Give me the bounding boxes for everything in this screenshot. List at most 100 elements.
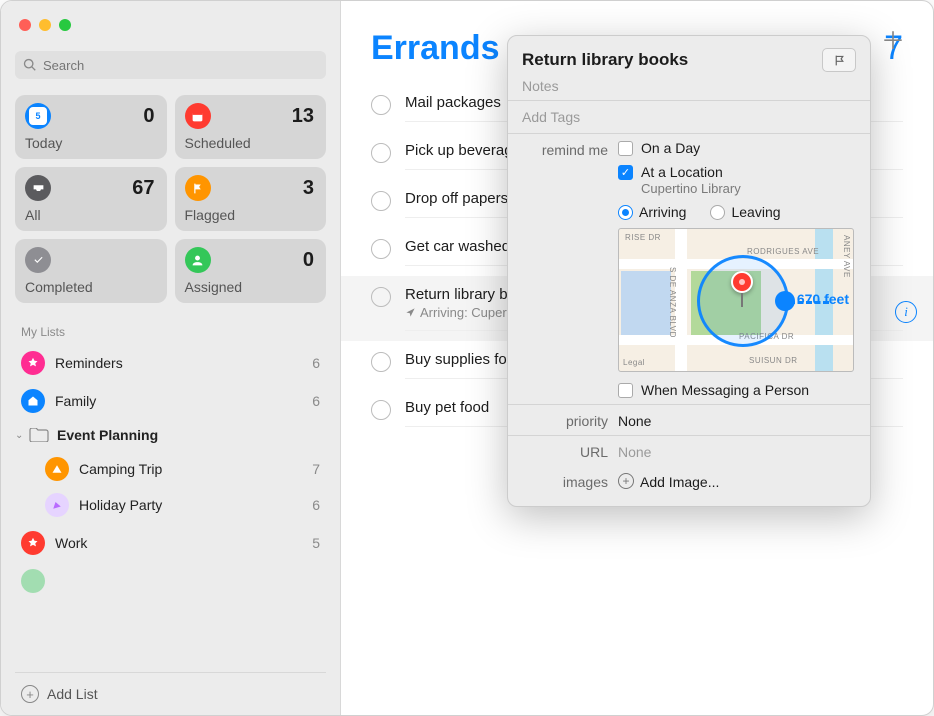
folder-icon (29, 428, 49, 442)
priority-value[interactable]: None (618, 411, 856, 429)
location-arrow-icon (405, 307, 416, 318)
list-count: 7 (312, 461, 320, 477)
flagged-count: 3 (303, 177, 314, 200)
task-checkbox[interactable] (371, 95, 391, 115)
today-count: 0 (143, 105, 154, 128)
list-count: 6 (312, 393, 320, 409)
all-label: All (25, 207, 155, 223)
popover-title[interactable]: Return library books (522, 50, 822, 70)
task-checkbox[interactable] (371, 191, 391, 211)
list-name: Holiday Party (79, 497, 312, 513)
smart-list-completed[interactable]: Completed (15, 239, 167, 303)
priority-label: priority (522, 411, 618, 429)
road-label: RODRIGUES AVE (747, 247, 819, 256)
list-hidden[interactable] (15, 563, 326, 599)
list-count: 6 (312, 355, 320, 371)
window-controls (19, 19, 71, 31)
list-reminders[interactable]: Reminders 6 (15, 345, 326, 381)
when-messaging-label: When Messaging a Person (641, 382, 809, 398)
chevron-down-icon: ⌄ (15, 430, 25, 441)
tent-icon (45, 457, 69, 481)
scheduled-label: Scheduled (185, 135, 315, 151)
all-count: 67 (132, 177, 154, 200)
list-family[interactable]: Family 6 (15, 383, 326, 419)
new-reminder-button[interactable]: ＋ (881, 21, 905, 56)
list-work[interactable]: Work 5 (15, 525, 326, 561)
checkmark-icon (25, 247, 51, 273)
plus-icon: + (618, 473, 634, 489)
location-map[interactable]: RISE DR RODRIGUES AVE PACIFICA DR S DE A… (618, 228, 854, 372)
on-a-day-checkbox[interactable] (618, 141, 633, 156)
radio-dot-icon (710, 205, 725, 220)
close-window-button[interactable] (19, 19, 31, 31)
list-holiday-party[interactable]: Holiday Party 6 (39, 487, 326, 523)
flag-button[interactable] (822, 48, 856, 72)
assigned-label: Assigned (185, 279, 315, 295)
party-icon (45, 493, 69, 517)
smart-list-today[interactable]: 5 0 Today (15, 95, 167, 159)
when-messaging-checkbox[interactable] (618, 383, 633, 398)
road-label: ANEY AVE (842, 235, 851, 278)
url-label: URL (522, 442, 618, 460)
person-icon (185, 247, 211, 273)
list-name: Reminders (55, 355, 312, 371)
assigned-count: 0 (303, 249, 314, 272)
list-name: Camping Trip (79, 461, 312, 477)
plus-icon: + (21, 685, 39, 703)
pin-icon (21, 351, 45, 375)
search-icon (23, 58, 37, 72)
arriving-label: Arriving (639, 204, 686, 220)
geofence-handle[interactable] (775, 291, 795, 311)
minimize-window-button[interactable] (39, 19, 51, 31)
smart-list-all[interactable]: 67 All (15, 167, 167, 231)
at-a-location-label: At a Location (641, 164, 741, 180)
add-image-button[interactable]: + Add Image... (618, 472, 856, 490)
map-pin-icon (731, 271, 753, 307)
notes-field[interactable]: Notes (508, 76, 870, 100)
list-title: Errands (371, 29, 500, 68)
smart-list-flagged[interactable]: 3 Flagged (175, 167, 327, 231)
calendar-today-icon: 5 (25, 103, 51, 129)
task-checkbox[interactable] (371, 143, 391, 163)
location-name: Cupertino Library (641, 181, 741, 196)
leaving-radio[interactable]: Leaving (710, 204, 780, 220)
star-icon (21, 531, 45, 555)
at-a-location-checkbox[interactable] (618, 165, 633, 180)
list-name: Family (55, 393, 312, 409)
reminder-detail-popover: Return library books Notes Add Tags remi… (507, 35, 871, 507)
tray-icon (25, 175, 51, 201)
info-button[interactable]: i (895, 301, 917, 323)
smart-list-assigned[interactable]: 0 Assigned (175, 239, 327, 303)
flag-icon (185, 175, 211, 201)
section-my-lists: My Lists (21, 325, 320, 339)
smart-lists: 5 0 Today 13 Scheduled 67 All (15, 95, 326, 303)
task-checkbox[interactable] (371, 400, 391, 420)
calendar-icon (185, 103, 211, 129)
sidebar: 5 0 Today 13 Scheduled 67 All (1, 1, 341, 715)
smart-list-scheduled[interactable]: 13 Scheduled (175, 95, 327, 159)
list-count: 5 (312, 535, 320, 551)
flag-icon (833, 54, 846, 67)
flagged-label: Flagged (185, 207, 315, 223)
on-a-day-label: On a Day (641, 140, 700, 156)
add-list-button[interactable]: + Add List (15, 672, 326, 715)
folder-event-planning[interactable]: ⌄ Event Planning (15, 421, 326, 449)
task-checkbox[interactable] (371, 287, 391, 307)
search-field[interactable] (15, 51, 326, 79)
completed-label: Completed (25, 279, 155, 295)
house-icon (21, 389, 45, 413)
arriving-radio[interactable]: Arriving (618, 204, 686, 220)
tags-field[interactable]: Add Tags (508, 101, 870, 133)
leaving-label: Leaving (731, 204, 780, 220)
list-bullet-icon (21, 569, 45, 593)
add-list-label: Add List (47, 686, 98, 702)
road-label: SUISUN DR (749, 356, 798, 365)
maximize-window-button[interactable] (59, 19, 71, 31)
search-input[interactable] (43, 58, 318, 73)
url-value[interactable]: None (618, 442, 856, 460)
radio-dot-icon (618, 205, 633, 220)
task-checkbox[interactable] (371, 352, 391, 372)
list-camping-trip[interactable]: Camping Trip 7 (39, 451, 326, 487)
task-checkbox[interactable] (371, 239, 391, 259)
remind-me-label: remind me (522, 140, 618, 398)
